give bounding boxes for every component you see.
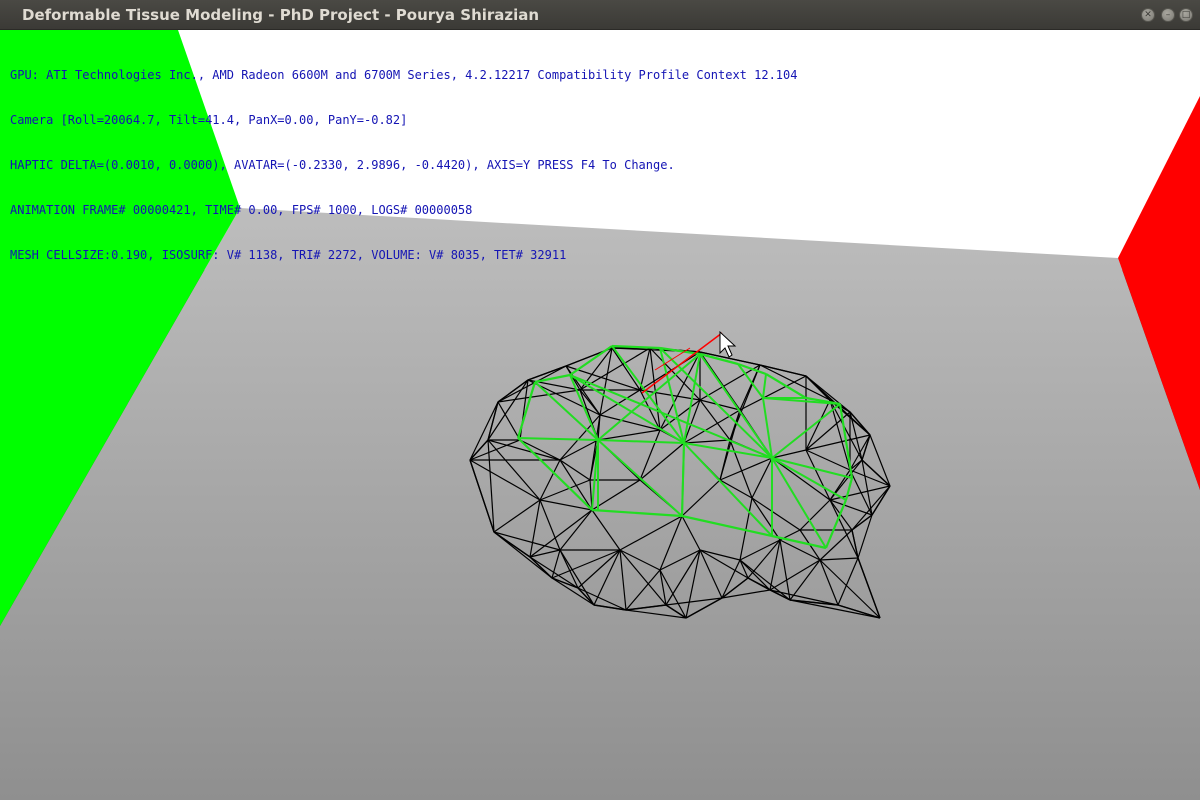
hud-mesh-info: MESH CELLSIZE:0.190, ISOSURF: V# 1138, T… xyxy=(10,248,567,262)
title-bar[interactable]: ✕ – □ Deformable Tissue Modeling - PhD P… xyxy=(0,0,1200,30)
opengl-viewport[interactable]: GPU: ATI Technologies Inc., AMD Radeon 6… xyxy=(0,30,1200,800)
hud-gpu-info: GPU: ATI Technologies Inc., AMD Radeon 6… xyxy=(10,68,798,82)
hud-animation-info: ANIMATION FRAME# 00000421, TIME# 0.00, F… xyxy=(10,203,473,217)
minimize-icon[interactable]: – xyxy=(1161,8,1175,22)
hud-haptic-info: HAPTIC DELTA=(0.0010, 0.0000), AVATAR=(-… xyxy=(10,158,675,172)
app-window: ✕ – □ Deformable Tissue Modeling - PhD P… xyxy=(0,0,1200,800)
window-title: Deformable Tissue Modeling - PhD Project… xyxy=(22,6,540,24)
hud-overlay: GPU: ATI Technologies Inc., AMD Radeon 6… xyxy=(10,38,797,293)
close-icon[interactable]: ✕ xyxy=(1141,8,1155,22)
maximize-icon[interactable]: □ xyxy=(1179,8,1193,22)
hud-camera-info: Camera [Roll=20064.7, Tilt=41.4, PanX=0.… xyxy=(10,113,408,127)
